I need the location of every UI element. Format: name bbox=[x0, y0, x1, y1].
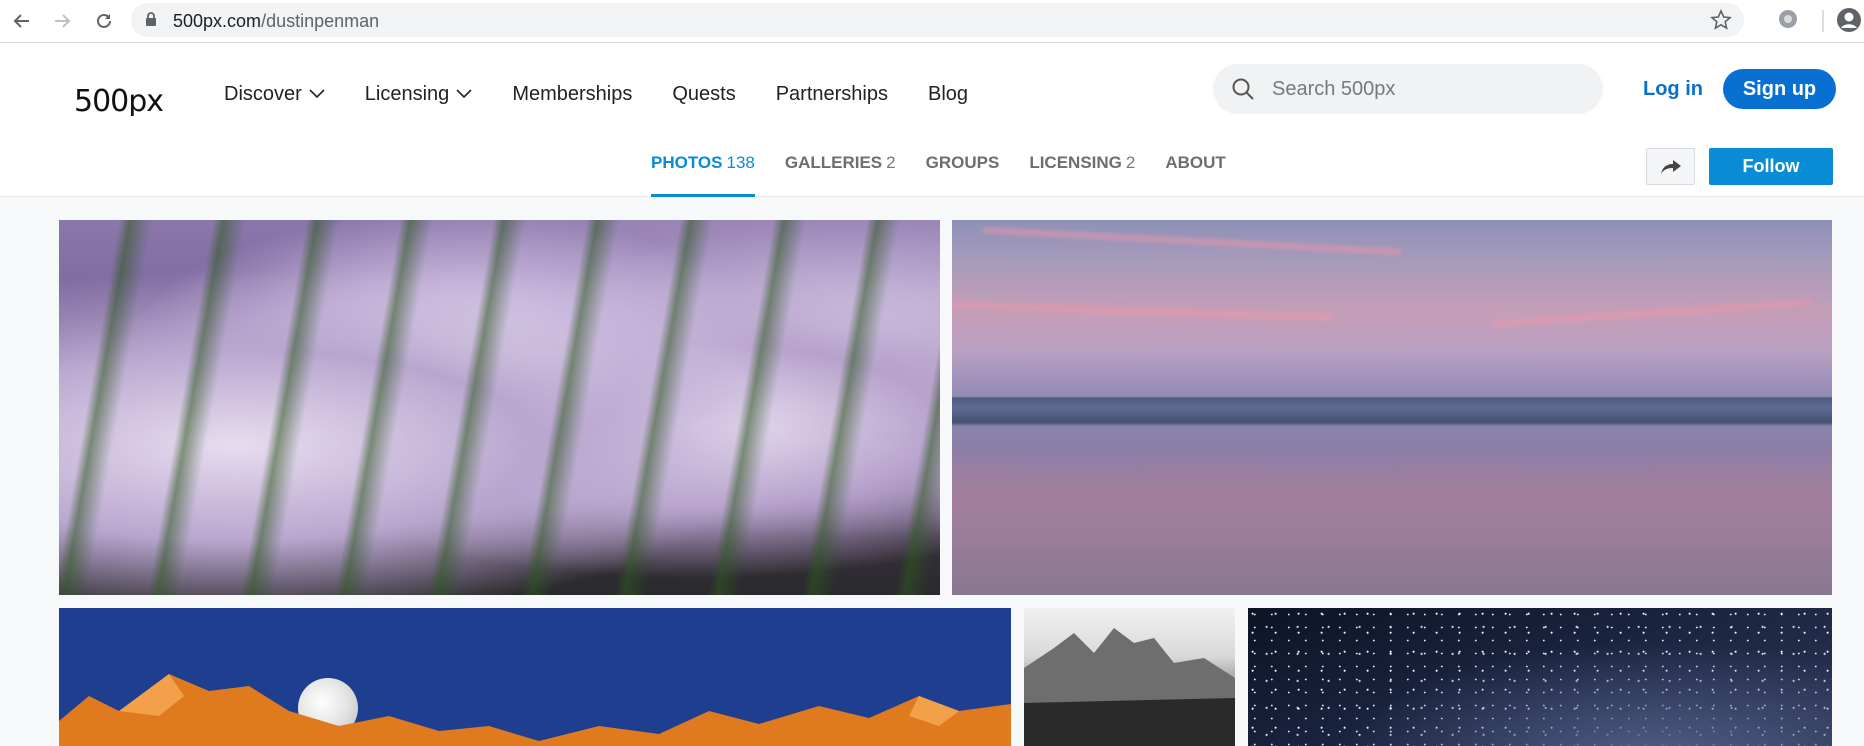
chevron-down-icon bbox=[456, 89, 472, 99]
sky-streak bbox=[1492, 298, 1812, 328]
cliff-shape bbox=[1024, 628, 1235, 746]
share-arrow-icon bbox=[1660, 159, 1681, 174]
search-box[interactable] bbox=[1213, 64, 1603, 114]
login-link[interactable]: Log in bbox=[1643, 78, 1703, 101]
search-input[interactable] bbox=[1272, 64, 1592, 114]
browser-toolbar: 500px.com/dustinpenman bbox=[0, 0, 1864, 43]
nav-licensing[interactable]: Licensing bbox=[365, 77, 473, 111]
tab-licensing-label: LICENSING bbox=[1029, 153, 1122, 172]
nav-quests[interactable]: Quests bbox=[672, 77, 735, 111]
tab-groups-label: GROUPS bbox=[925, 153, 1000, 172]
signup-button[interactable]: Sign up bbox=[1723, 69, 1836, 109]
tab-galleries[interactable]: GALLERIES 2 bbox=[785, 153, 896, 197]
profile-avatar-icon[interactable] bbox=[1836, 7, 1862, 38]
nav-discover[interactable]: Discover bbox=[224, 77, 325, 111]
share-button[interactable] bbox=[1646, 148, 1695, 185]
sky-streak bbox=[982, 227, 1402, 255]
tab-about[interactable]: ABOUT bbox=[1165, 153, 1225, 197]
follow-button[interactable]: Follow bbox=[1709, 148, 1833, 185]
nav-blog[interactable]: Blog bbox=[928, 77, 968, 111]
nav-licensing-label: Licensing bbox=[364, 82, 450, 105]
site-header: 500px Discover Licensing Memberships Que… bbox=[0, 44, 1864, 197]
photo-starry-night-sky[interactable] bbox=[1248, 608, 1832, 746]
tab-about-label: ABOUT bbox=[1165, 153, 1226, 172]
photo-orchard-blossoms[interactable] bbox=[59, 220, 940, 595]
extension-icon[interactable] bbox=[1776, 7, 1800, 36]
photo-mountain-moonrise[interactable] bbox=[59, 608, 1011, 746]
forward-icon[interactable] bbox=[47, 6, 77, 36]
mountain-range-shape bbox=[59, 674, 1011, 746]
nav-partnerships-label: Partnerships bbox=[775, 82, 888, 105]
nav-memberships-label: Memberships bbox=[512, 82, 633, 105]
nav-quests-label: Quests bbox=[672, 82, 736, 105]
chevron-down-icon bbox=[309, 89, 325, 99]
500px-logo[interactable]: 500px bbox=[74, 76, 178, 119]
tab-galleries-count: 2 bbox=[886, 153, 896, 172]
address-url: 500px.com/dustinpenman bbox=[173, 11, 380, 31]
nav-blog-label: Blog bbox=[928, 82, 969, 105]
back-icon[interactable] bbox=[7, 6, 37, 36]
sky-streak bbox=[952, 301, 1332, 321]
reload-icon[interactable] bbox=[89, 6, 119, 36]
photo-granite-cliffs-bw[interactable] bbox=[1024, 608, 1235, 746]
tab-licensing-count: 2 bbox=[1125, 153, 1136, 172]
svg-text:500px: 500px bbox=[74, 84, 163, 116]
address-bar[interactable]: 500px.com/dustinpenman bbox=[131, 3, 1744, 37]
tab-licensing[interactable]: LICENSING 2 bbox=[1029, 153, 1135, 197]
tab-photos-label: PHOTOS bbox=[651, 153, 723, 172]
tab-photos[interactable]: PHOTOS 138 bbox=[651, 153, 755, 197]
search-icon bbox=[1231, 77, 1255, 106]
nav-partnerships[interactable]: Partnerships bbox=[776, 77, 888, 111]
bookmark-star-icon[interactable] bbox=[1710, 9, 1732, 36]
tab-photos-count: 138 bbox=[726, 153, 755, 172]
lock-icon bbox=[145, 12, 157, 32]
tab-galleries-label: GALLERIES bbox=[784, 153, 883, 172]
photo-lake-sunset[interactable] bbox=[952, 220, 1832, 595]
toolbar-divider bbox=[1822, 10, 1824, 32]
main-nav: Discover Licensing Memberships Quests Pa… bbox=[224, 77, 1008, 111]
tab-groups[interactable]: GROUPS bbox=[926, 153, 1000, 197]
nav-discover-label: Discover bbox=[224, 82, 302, 105]
profile-tabs: PHOTOS 138 GALLERIES 2 GROUPS LICENSING 2 A… bbox=[651, 153, 1256, 197]
nav-memberships[interactable]: Memberships bbox=[512, 77, 632, 111]
